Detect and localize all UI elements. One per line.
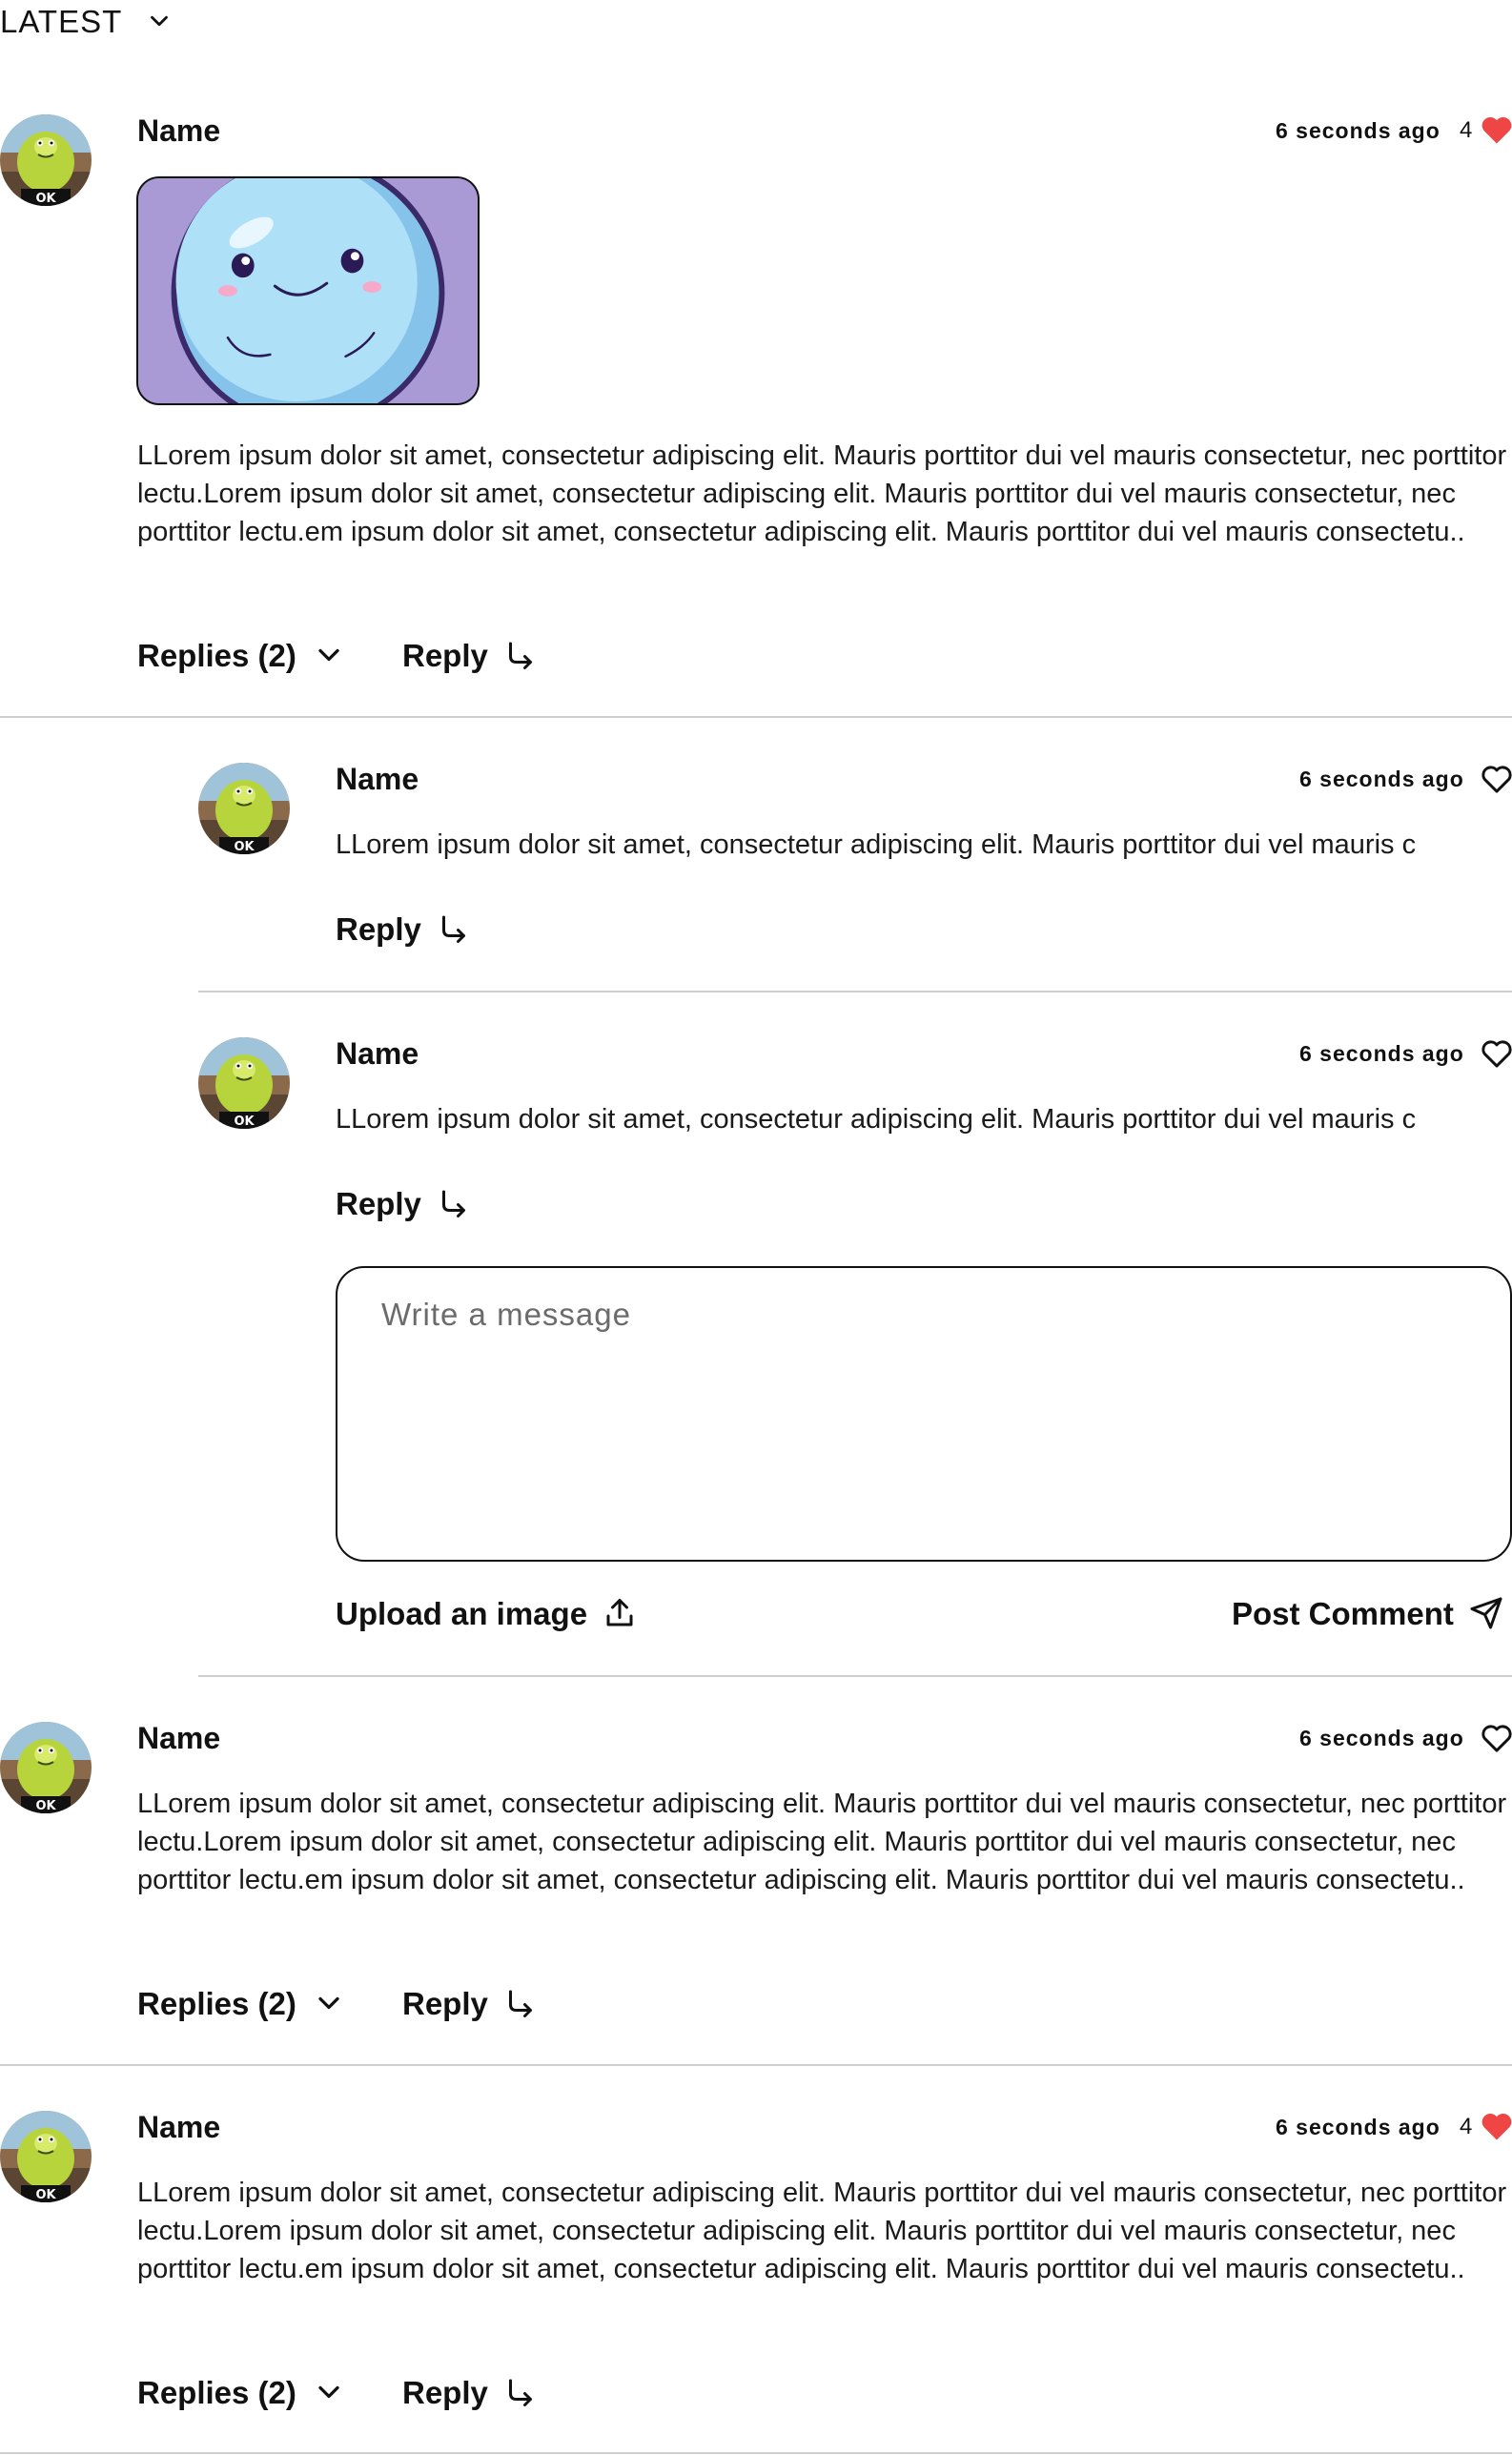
reply-arrow-icon xyxy=(503,638,538,672)
divider xyxy=(0,2452,1512,2454)
replies-toggle[interactable]: Replies (2) xyxy=(137,1986,346,2020)
reply-button[interactable]: Reply xyxy=(402,1986,538,2020)
comment-text: LLorem ipsum dolor sit amet, consectetur… xyxy=(137,2178,1507,2284)
heart-outline-icon[interactable] xyxy=(1480,764,1512,794)
heart-outline-icon[interactable] xyxy=(1480,1723,1512,1753)
reply-button-label: Reply xyxy=(402,2374,488,2410)
reply-text: LLorem ipsum dolor sit amet, consectetur… xyxy=(336,1104,1417,1135)
comment-author[interactable]: Name xyxy=(137,2112,220,2142)
reply-timestamp: 6 seconds ago xyxy=(1299,1041,1464,1066)
chevron-down-icon xyxy=(312,638,346,672)
avatar[interactable] xyxy=(198,1037,290,1129)
avatar[interactable] xyxy=(198,763,290,854)
comment-text: LLorem ipsum dolor sit amet, consectetur… xyxy=(137,1789,1507,1895)
reply-button[interactable]: Reply xyxy=(336,1186,471,1220)
replies-toggle[interactable]: Replies (2) xyxy=(137,2375,346,2409)
reply-text: LLorem ipsum dolor sit amet, consectetur… xyxy=(336,829,1417,860)
heart-filled-icon[interactable] xyxy=(1480,114,1512,145)
comment-timestamp: 6 seconds ago xyxy=(1276,118,1440,143)
reply-arrow-icon xyxy=(437,911,471,946)
divider xyxy=(0,716,1512,718)
chevron-down-icon xyxy=(145,7,174,35)
reply-button[interactable]: Reply xyxy=(402,2375,538,2409)
replies-toggle-label: Replies (2) xyxy=(137,2374,296,2410)
comment-timestamp: 6 seconds ago xyxy=(1276,2115,1440,2139)
divider xyxy=(198,1675,1512,1677)
message-box[interactable] xyxy=(336,1266,1512,1562)
heart-filled-icon[interactable] xyxy=(1480,2111,1512,2141)
reply-button-label: Reply xyxy=(402,637,488,673)
sort-label: LATEST xyxy=(0,3,123,39)
reply-button-label: Reply xyxy=(402,1985,488,2021)
comment-author[interactable]: Name xyxy=(137,1723,220,1753)
divider xyxy=(198,991,1512,992)
avatar[interactable] xyxy=(0,1722,92,1813)
heart-outline-icon[interactable] xyxy=(1480,1038,1512,1069)
avatar[interactable] xyxy=(0,114,92,206)
replies-toggle[interactable]: Replies (2) xyxy=(137,638,346,672)
send-icon xyxy=(1469,1596,1503,1630)
comment-text: LLorem ipsum dolor sit amet, consectetur… xyxy=(137,440,1507,547)
comment-author[interactable]: Name xyxy=(137,115,220,146)
reply-button[interactable]: Reply xyxy=(336,911,471,946)
reply-arrow-icon xyxy=(503,2375,538,2409)
reply-button-label: Reply xyxy=(336,1185,421,1221)
replies-toggle-label: Replies (2) xyxy=(137,637,296,673)
upload-icon xyxy=(603,1596,637,1630)
post-comment-label: Post Comment xyxy=(1232,1595,1454,1631)
reply-button[interactable]: Reply xyxy=(402,638,538,672)
reply-arrow-icon xyxy=(503,1986,538,2020)
upload-image-label: Upload an image xyxy=(336,1595,588,1631)
sort-dropdown[interactable]: LATEST xyxy=(0,0,174,42)
upload-image-button[interactable]: Upload an image xyxy=(336,1596,637,1630)
like-count: 4 xyxy=(1460,2114,1473,2139)
reply-timestamp: 6 seconds ago xyxy=(1299,767,1464,791)
chevron-down-icon xyxy=(312,1986,346,2020)
avatar[interactable] xyxy=(0,2111,92,2202)
replies-toggle-label: Replies (2) xyxy=(137,1985,296,2021)
divider xyxy=(0,2064,1512,2066)
chevron-down-icon xyxy=(312,2375,346,2409)
comment-timestamp: 6 seconds ago xyxy=(1299,1726,1464,1750)
reply-author[interactable]: Name xyxy=(336,764,419,794)
reply-button-label: Reply xyxy=(336,910,421,947)
like-count: 4 xyxy=(1460,117,1473,143)
reply-arrow-icon xyxy=(437,1186,471,1220)
comment-image[interactable] xyxy=(136,176,480,405)
message-input[interactable] xyxy=(381,1297,1466,1531)
post-comment-button[interactable]: Post Comment xyxy=(1232,1596,1503,1630)
reply-author[interactable]: Name xyxy=(336,1038,419,1069)
